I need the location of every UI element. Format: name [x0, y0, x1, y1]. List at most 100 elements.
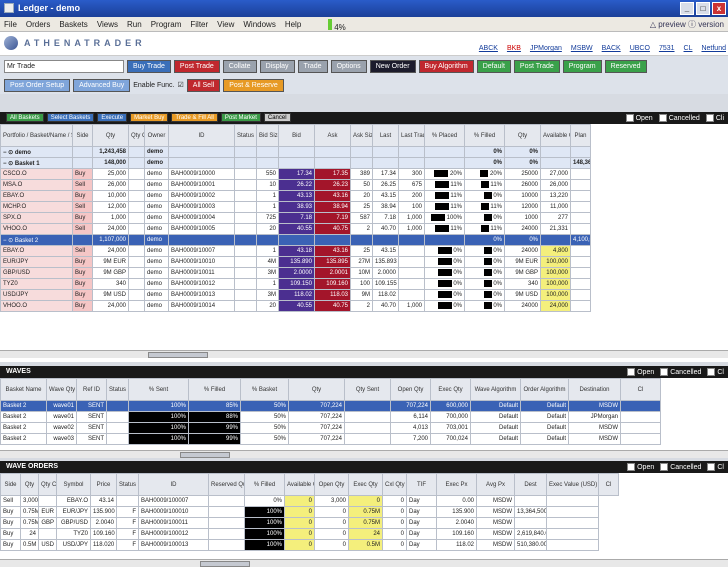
col-header[interactable]: Cl [598, 473, 619, 496]
col-header[interactable]: Exec Px [436, 473, 477, 496]
col-header[interactable]: % Filled [188, 378, 241, 401]
col-header[interactable]: % Filled [244, 473, 285, 496]
col-header[interactable]: Qty [20, 473, 39, 496]
panel-cancel-button[interactable]: Cancel [263, 113, 291, 122]
link-msbw[interactable]: MSBW [571, 45, 593, 52]
toolbar-options-button[interactable]: Options [330, 59, 367, 73]
menu-help[interactable]: Help [285, 20, 301, 29]
link-bkb[interactable]: BKB [507, 45, 521, 52]
table-row[interactable]: EBAY.O Sell 24,000 demo BAH0009/10007 1 43.18 4… [0, 245, 591, 257]
toolbar-program-button[interactable]: Program [562, 59, 602, 73]
link-ubco[interactable]: UBCO [630, 45, 650, 52]
scroll-thumb[interactable] [200, 561, 250, 567]
col-header[interactable]: Ref ID [76, 378, 107, 401]
panel-post-market-button[interactable]: Post Market [220, 113, 261, 122]
toolbar-buy-trade-button[interactable]: Buy Trade [127, 59, 171, 73]
table-row[interactable]: Basket 2 wave02 SENT 100% 99% 50% 707,224 4,013… [0, 422, 661, 434]
table-row[interactable]: TYZ0 Buy 340 demo BAH0009/10012 1 109.150 109.1… [0, 278, 591, 290]
col-header[interactable]: Qty Ord [128, 124, 145, 147]
panel-execute-button[interactable]: Execute [97, 113, 128, 122]
col-header[interactable]: Status [234, 124, 257, 147]
col-header[interactable]: Open Qty [390, 378, 431, 401]
toolbar-trade-button[interactable]: Trade [297, 59, 328, 73]
menu-orders[interactable]: Orders [26, 20, 50, 29]
col-header[interactable]: Portfolio / Basket/Name / Symbol [0, 124, 73, 147]
col-header[interactable]: Reserved Quantity [208, 473, 245, 496]
link-back[interactable]: BACK [602, 45, 621, 52]
table-row[interactable]: Basket 2 wave01 SENT 100% 88% 50% 707,224 6,114… [0, 411, 661, 423]
col-header[interactable]: % Sent [128, 378, 189, 401]
col-header[interactable]: Wave Algorithm [470, 378, 521, 401]
menu-run[interactable]: Run [127, 20, 142, 29]
menu-views[interactable]: Views [97, 20, 118, 29]
table-row[interactable]: VHOO.O Buy 24,000 demo BAH0009/10014 20 40.55 4… [0, 300, 591, 312]
table-row[interactable]: − ⊙ demo 1,243,458 demo 0% 0% [0, 146, 591, 158]
col-header[interactable]: Exec Qty [348, 473, 383, 496]
post-reserve-button[interactable]: Post & Reserve [223, 78, 284, 92]
link-netfund[interactable]: Netfund [701, 45, 726, 52]
menu-view[interactable]: View [217, 20, 234, 29]
table-row[interactable]: USD/JPY Buy 9M USD demo BAH0009/10013 3M 118.0… [0, 289, 591, 301]
table-row[interactable]: MSA.O Sell 26,000 demo BAH0009/10001 10 26.22 2… [0, 179, 591, 191]
col-header[interactable]: Exec Qty [430, 378, 471, 401]
col-header[interactable]: Wave Qty [46, 378, 77, 401]
table-row[interactable]: SPX.O Buy 1,000 demo BAH0009/10004 725 7.18 7.1… [0, 212, 591, 224]
col-header[interactable]: Available Qty [540, 124, 571, 147]
waves-scrollbar[interactable] [0, 450, 728, 458]
table-row[interactable]: − ⊙ Basket 1 148,000 demo 0%0% 148,362 [0, 157, 591, 169]
col-header[interactable]: Ask [314, 124, 351, 147]
panel-select-baskets-button[interactable]: Select Baskets [46, 113, 95, 122]
col-header[interactable]: Qty [288, 378, 345, 401]
col-header[interactable]: Qty [92, 124, 129, 147]
minimize-button[interactable]: _ [680, 2, 694, 15]
col-header[interactable]: ID [168, 124, 235, 147]
menu-right-links[interactable]: △ preview ⓘ version [650, 19, 724, 30]
col-header[interactable]: Destination [568, 378, 621, 401]
col-header[interactable]: Last Trade Size [398, 124, 425, 147]
col-header[interactable]: Ask Size [350, 124, 373, 147]
col-header[interactable]: % Basket [240, 378, 289, 401]
panel-trade-fill-all-button[interactable]: Trade & Fill All [171, 113, 218, 122]
table-row[interactable]: GBP/USD Buy 9M GBP demo BAH0009/10011 3M 2.000… [0, 267, 591, 279]
toolbar-collate-button[interactable]: Collate [222, 59, 257, 73]
baskets-scrollbar[interactable] [0, 350, 728, 358]
toolbar-display-button[interactable]: Display [259, 59, 295, 73]
table-row[interactable]: CSCO.O Buy 25,000 demo BAH0009/10000 550 17.34… [0, 168, 591, 180]
col-header[interactable]: Exec Value (USD) [546, 473, 599, 496]
advanced-buy-button[interactable]: Advanced Buy [73, 78, 131, 92]
col-header[interactable]: Cxl Qty [382, 473, 407, 496]
col-header[interactable]: Price [90, 473, 117, 496]
col-header[interactable]: Owner [144, 124, 169, 147]
panel-all-baskets-button[interactable]: All Baskets [6, 113, 44, 122]
menu-program[interactable]: Program [151, 20, 182, 29]
col-header[interactable]: Last [372, 124, 399, 147]
col-header[interactable]: Cl [620, 378, 661, 401]
menu-file[interactable]: File [4, 20, 17, 29]
col-header[interactable]: ID [138, 473, 209, 496]
col-header[interactable]: Bid Size [256, 124, 279, 147]
panel-market-buy-button[interactable]: Market Buy [130, 113, 169, 122]
table-row[interactable]: Buy 0.75M GBP GBP/USD 2.0040 F BAH0009/100011 1… [0, 517, 619, 529]
maximize-button[interactable]: □ [696, 2, 710, 15]
col-header[interactable]: Side [72, 124, 93, 147]
toolbar-default-button[interactable]: Default [476, 59, 511, 73]
link-cl[interactable]: CL [684, 45, 693, 52]
table-row[interactable]: Buy 0.5M USD USD/JPY 118.020 F BAH0009/100013 1… [0, 539, 619, 551]
table-row[interactable]: EBAY.O Buy 10,000 demo BAH0009/10002 1 43.13 43… [0, 190, 591, 202]
col-header[interactable]: Qty Sent [344, 378, 391, 401]
toolbar-reserved-button[interactable]: Reserved [604, 59, 647, 73]
all-sell-button[interactable]: All Sell [186, 78, 221, 92]
col-header[interactable]: % Placed [424, 124, 465, 147]
menu-baskets[interactable]: Baskets [59, 20, 87, 29]
table-row[interactable]: Buy 24 TYZ0 109.160 F BAH0009/100012 100% 0 0 24 0… [0, 528, 619, 540]
col-header[interactable]: Qty [504, 124, 541, 147]
col-header[interactable]: Basket Name [0, 378, 47, 401]
table-row[interactable]: VHOO.O Sell 24,000 demo BAH0009/10005 20 40.55… [0, 223, 591, 235]
scroll-thumb[interactable] [180, 452, 230, 458]
link-jpmorgan[interactable]: JPMorgan [530, 45, 562, 52]
link-7531[interactable]: 7531 [659, 45, 675, 52]
col-header[interactable]: TIF [406, 473, 437, 496]
col-header[interactable]: Symbol [56, 473, 91, 496]
toolbar-new-order-button[interactable]: New Order [369, 59, 416, 73]
scroll-thumb[interactable] [148, 352, 208, 358]
